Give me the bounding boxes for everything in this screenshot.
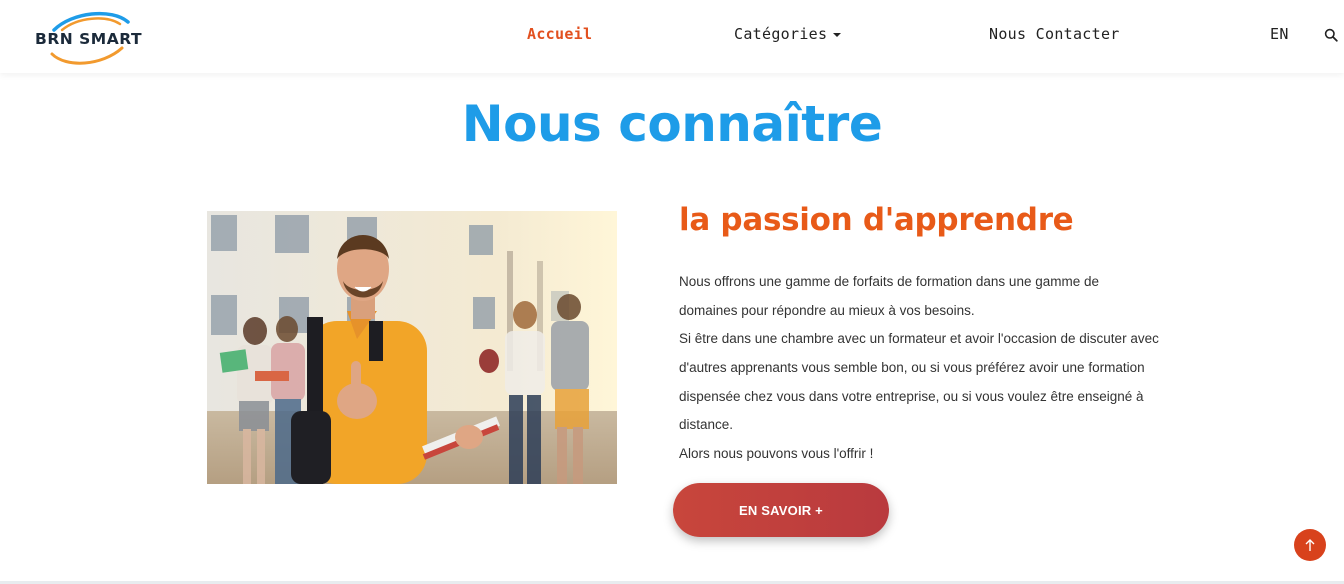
details-paragraph: Si être dans une chambre avec un formate… bbox=[679, 331, 1159, 433]
nav-categories-label: Catégories bbox=[734, 25, 828, 43]
closing-paragraph: Alors nous pouvons vous l'offrir ! bbox=[679, 446, 874, 461]
learn-more-button[interactable]: EN SAVOIR + bbox=[673, 483, 889, 537]
brand-logo[interactable]: BRN SMART bbox=[32, 8, 172, 68]
nav-categories-dropdown[interactable]: Catégories bbox=[734, 25, 842, 43]
students-photo bbox=[207, 211, 617, 484]
scroll-to-top-button[interactable] bbox=[1294, 529, 1326, 561]
nav-home-link[interactable]: Accueil bbox=[527, 25, 592, 43]
language-switch[interactable]: EN bbox=[1270, 25, 1289, 43]
brand-name: BRN SMART bbox=[35, 30, 143, 48]
intro-paragraph: Nous offrons une gamme de forfaits de fo… bbox=[679, 274, 1099, 318]
arrow-up-icon bbox=[1305, 539, 1315, 551]
site-header: BRN SMART Accueil Catégories Nous Contac… bbox=[0, 0, 1344, 73]
page-title: Nous connaître bbox=[461, 95, 883, 153]
section-title: la passion d'apprendre bbox=[679, 202, 1074, 238]
search-icon[interactable] bbox=[1324, 28, 1338, 42]
caret-down-icon bbox=[833, 32, 842, 37]
nav-contact-link[interactable]: Nous Contacter bbox=[989, 25, 1120, 43]
